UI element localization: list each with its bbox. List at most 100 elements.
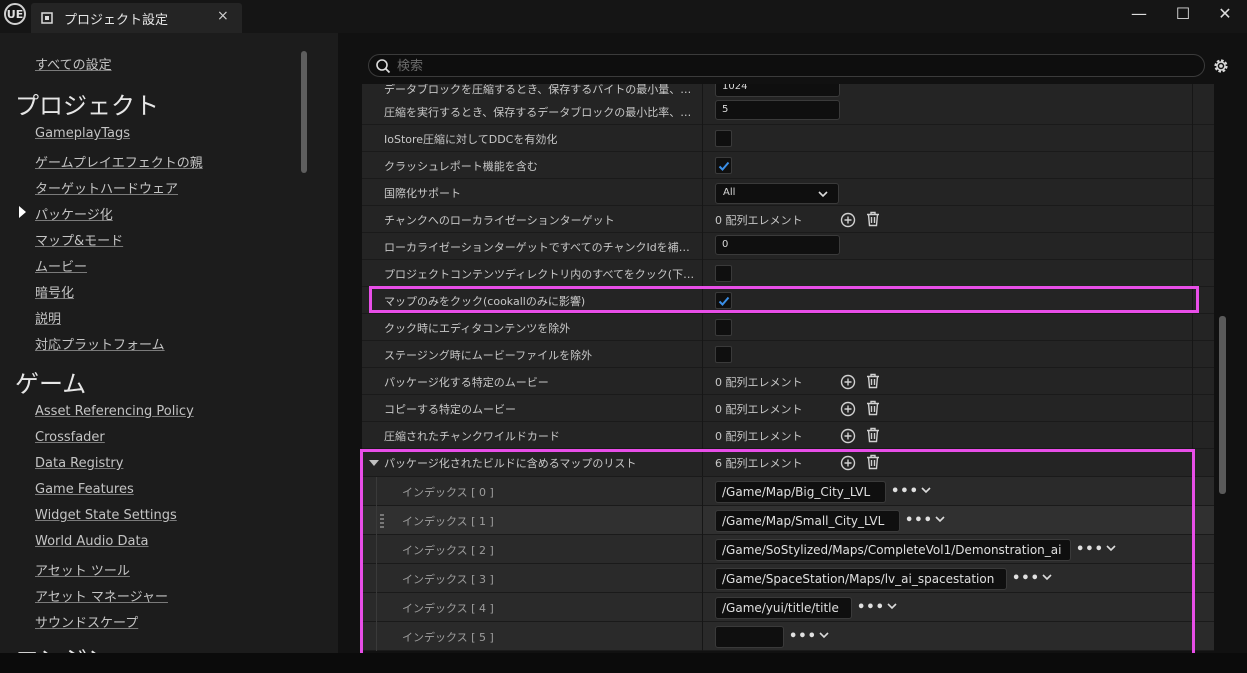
trash-icon[interactable]	[866, 400, 880, 416]
property-row: IoStore圧縮に対してDDCを有効化	[362, 125, 1214, 152]
sidebar-section-engine: エンジン	[15, 640, 111, 653]
index-label: インデックス [ 4 ]	[402, 602, 494, 615]
map-list-item: インデックス [ 2 ] /Game/SoStylized/Maps/Compl…	[362, 535, 1214, 564]
sidebar-item-description[interactable]: 説明	[35, 308, 61, 327]
min-bytes-input[interactable]: 1024	[715, 84, 840, 97]
browse-icon[interactable]: •••	[1076, 542, 1104, 557]
ddc-iostore-checkbox[interactable]	[715, 130, 732, 147]
property-label: チャンクへのローカライゼーションターゲット	[384, 214, 615, 227]
add-element-icon[interactable]	[840, 401, 856, 417]
min-ratio-input[interactable]: 5	[715, 100, 840, 120]
selected-arrow-icon	[19, 206, 26, 218]
browse-icon[interactable]: •••	[789, 629, 817, 644]
sidebar-item-game-features[interactable]: Game Features	[35, 482, 134, 497]
sidebar-item-encryption[interactable]: 暗号化	[35, 282, 74, 301]
property-row: クック時にエディタコンテンツを除外	[362, 314, 1214, 341]
minimize-icon[interactable]: —	[1124, 4, 1154, 23]
sidebar-item-asset-manager[interactable]: アセット マネージャー	[35, 586, 168, 605]
close-window-icon[interactable]: ✕	[1210, 4, 1240, 23]
unreal-logo-icon[interactable]: UE	[4, 3, 26, 25]
index-label: インデックス [ 2 ]	[402, 544, 494, 557]
expand-arrow-icon[interactable]	[369, 460, 379, 466]
chevron-down-icon[interactable]	[1106, 545, 1116, 552]
browse-icon[interactable]: •••	[857, 600, 885, 615]
property-row: コピーする特定のムービー 0 配列エレメント	[362, 395, 1214, 422]
sidebar-item-data-registry[interactable]: Data Registry	[35, 456, 123, 471]
sidebar-section-game: ゲーム	[15, 370, 87, 398]
add-element-icon[interactable]	[840, 374, 856, 390]
property-label: プロジェクトコンテンツディレクトリ内のすべてをクック(下のマッ...	[384, 268, 700, 281]
sidebar-item-soundscape[interactable]: サウンドスケープ	[35, 612, 138, 631]
chevron-down-icon[interactable]	[935, 516, 945, 523]
exclude-movie-files-checkbox[interactable]	[715, 346, 732, 363]
trash-icon[interactable]	[866, 373, 880, 389]
property-label: パッケージ化する特定のムービー	[384, 376, 549, 389]
exclude-editor-content-checkbox[interactable]	[715, 319, 732, 336]
title-bar: UE プロジェクト設定 × — ☐ ✕	[0, 0, 1247, 33]
map-path-input[interactable]: /Game/Map/Big_City_LVL	[715, 481, 886, 503]
sidebar-item-movies[interactable]: ムービー	[35, 256, 87, 275]
project-settings-tab[interactable]: プロジェクト設定 ×	[31, 3, 242, 33]
trash-icon[interactable]	[866, 454, 880, 470]
chevron-down-icon[interactable]	[1042, 574, 1052, 581]
sidebar-item-crossfader[interactable]: Crossfader	[35, 430, 105, 445]
chevron-down-icon[interactable]	[921, 487, 931, 494]
chevron-down-icon[interactable]	[887, 603, 897, 610]
tab-close-icon[interactable]: ×	[217, 8, 229, 24]
index-label: インデックス [ 3 ]	[402, 573, 494, 586]
map-path-input[interactable]: /Game/Map/Small_City_LVL	[715, 510, 900, 532]
browse-icon[interactable]: •••	[1012, 571, 1040, 586]
sidebar-item-asset-referencing-policy[interactable]: Asset Referencing Policy	[35, 404, 194, 419]
property-label: コピーする特定のムービー	[384, 403, 516, 416]
index-label: インデックス [ 5 ]	[402, 631, 494, 644]
sidebar-all-settings[interactable]: すべての設定	[35, 54, 112, 73]
array-count: 0 配列エレメント	[715, 376, 803, 389]
gear-icon[interactable]	[1211, 56, 1231, 76]
property-grid-scrollbar[interactable]	[1219, 316, 1226, 494]
sidebar-item-target-hardware[interactable]: ターゲットハードウェア	[35, 178, 178, 197]
internationalization-dropdown[interactable]: All	[715, 183, 839, 204]
property-grid: データブロックを圧縮するとき、保存するバイトの最小量、その他... 1024 圧…	[362, 84, 1214, 651]
map-list-item: インデックス [ 4 ] /Game/yui/title/title •••	[362, 593, 1214, 622]
chevron-down-icon[interactable]	[819, 632, 829, 639]
cook-maps-only-checkbox[interactable]	[715, 292, 732, 309]
crash-reporter-checkbox[interactable]	[715, 157, 732, 174]
add-element-icon[interactable]	[840, 455, 856, 471]
browse-icon[interactable]: •••	[905, 513, 933, 528]
sidebar-item-gameplay-effect-parent[interactable]: ゲームプレイエフェクトの親	[35, 152, 203, 171]
drag-handle-icon[interactable]	[380, 514, 384, 528]
trash-icon[interactable]	[866, 211, 880, 227]
sidebar-item-widget-state-settings[interactable]: Widget State Settings	[35, 508, 177, 523]
chunk-id-input[interactable]: 0	[715, 235, 840, 255]
cook-all-content-checkbox[interactable]	[715, 265, 732, 282]
index-label: インデックス [ 0 ]	[402, 486, 494, 499]
trash-icon[interactable]	[866, 427, 880, 443]
settings-tab-icon	[41, 12, 53, 24]
map-path-input[interactable]	[715, 626, 784, 648]
property-row: 圧縮されたチャンクワイルドカード 0 配列エレメント	[362, 422, 1214, 449]
array-count: 0 配列エレメント	[715, 214, 803, 227]
sidebar-item-gameplaytags[interactable]: GameplayTags	[35, 126, 130, 141]
checkmark-icon	[718, 161, 730, 171]
sidebar-item-supported-platforms[interactable]: 対応プラットフォーム	[35, 334, 165, 353]
sidebar-item-maps-modes[interactable]: マップ&モード	[35, 230, 123, 249]
maximize-icon[interactable]: ☐	[1168, 4, 1198, 23]
sidebar-item-asset-tools[interactable]: アセット ツール	[35, 560, 130, 579]
property-label: データブロックを圧縮するとき、保存するバイトの最小量、その他...	[384, 84, 700, 96]
property-label: ステージング時にムービーファイルを除外	[384, 349, 593, 362]
search-input[interactable]	[397, 57, 1187, 75]
maps-to-package-row[interactable]: パッケージ化されたビルドに含めるマップのリスト 6 配列エレメント	[362, 449, 1214, 477]
map-path-input[interactable]: /Game/yui/title/title	[715, 597, 852, 619]
sidebar-scrollbar[interactable]	[301, 51, 307, 173]
add-element-icon[interactable]	[840, 212, 856, 228]
add-element-icon[interactable]	[840, 428, 856, 444]
property-row: ステージング時にムービーファイルを除外	[362, 341, 1214, 368]
tab-title: プロジェクト設定	[64, 13, 169, 28]
map-path-input[interactable]: /Game/SoStylized/Maps/CompleteVol1/Demon…	[715, 539, 1071, 561]
property-row: 国際化サポート All	[362, 179, 1214, 206]
browse-icon[interactable]: •••	[891, 484, 919, 499]
map-path-input[interactable]: /Game/SpaceStation/Maps/lv_ai_spacestati…	[715, 568, 1007, 590]
sidebar-item-world-audio-data[interactable]: World Audio Data	[35, 534, 149, 549]
sidebar-item-packaging[interactable]: パッケージ化	[35, 204, 113, 223]
property-row: ローカライゼーションターゲットですべてのチャンクIdを補足する 0	[362, 233, 1214, 260]
